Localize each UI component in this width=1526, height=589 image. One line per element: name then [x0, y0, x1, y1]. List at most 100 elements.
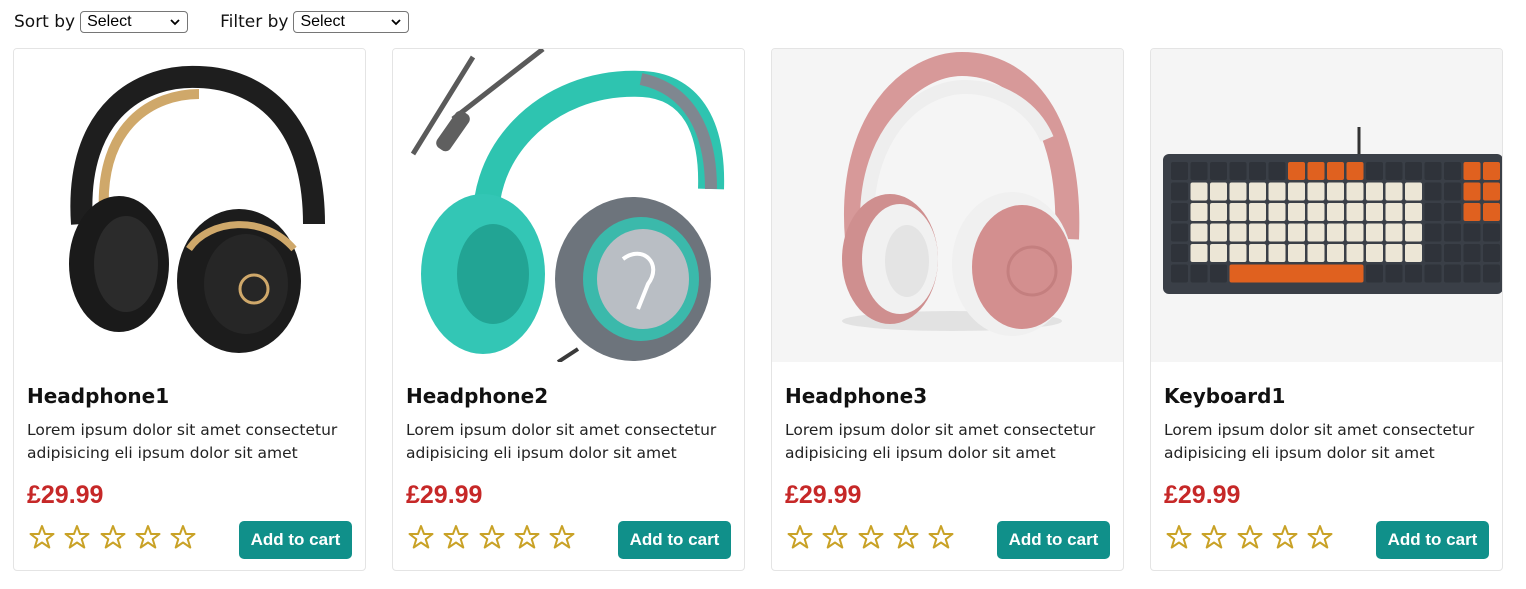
keycap — [1171, 223, 1188, 242]
product-price: £29.99 — [27, 481, 104, 509]
keycap — [1444, 162, 1461, 180]
keycap — [1385, 182, 1403, 201]
product-card: Headphone3 Lorem ipsum dolor sit amet co… — [771, 48, 1124, 571]
keycap — [1268, 182, 1286, 201]
keycap — [1424, 182, 1442, 201]
keycap — [1190, 264, 1208, 283]
star-icon[interactable] — [1201, 524, 1227, 550]
keycap — [1483, 162, 1500, 180]
keycap — [1327, 203, 1344, 221]
add-to-cart-button[interactable]: Add to cart — [239, 521, 352, 559]
headphones-image — [14, 49, 365, 362]
keycap — [1307, 162, 1325, 180]
product-title[interactable]: Headphone2 — [406, 384, 548, 408]
keycap — [1463, 223, 1481, 242]
keycap — [1405, 203, 1422, 221]
product-title[interactable]: Headphone1 — [27, 384, 169, 408]
keycap — [1405, 182, 1422, 201]
product-image[interactable] — [14, 49, 365, 362]
star-icon[interactable] — [1237, 524, 1263, 550]
keycap — [1171, 264, 1188, 283]
star-icon[interactable] — [29, 524, 55, 550]
keycap — [1424, 203, 1442, 221]
star-icon[interactable] — [443, 524, 469, 550]
star-icon[interactable] — [1272, 524, 1298, 550]
star-rating[interactable] — [787, 524, 963, 550]
keycap — [1307, 244, 1325, 262]
keycap — [1346, 162, 1364, 180]
add-to-cart-button[interactable]: Add to cart — [997, 521, 1110, 559]
keyboard-image — [1151, 49, 1502, 362]
keycap — [1483, 182, 1500, 201]
keycap — [1385, 203, 1403, 221]
product-description: Lorem ipsum dolor sit amet consectetur a… — [27, 421, 338, 462]
keycap — [1463, 182, 1481, 201]
keycap — [1171, 182, 1188, 201]
keycap — [1268, 244, 1286, 262]
filter-label: Filter by — [220, 12, 289, 32]
product-title[interactable]: Headphone3 — [785, 384, 927, 408]
star-icon[interactable] — [1166, 524, 1192, 550]
keycap — [1229, 162, 1247, 180]
star-icon[interactable] — [787, 524, 813, 550]
keycap — [1366, 182, 1383, 201]
keycap — [1190, 203, 1208, 221]
keycap — [1424, 264, 1442, 283]
keycap — [1307, 203, 1325, 221]
keycap — [1346, 244, 1364, 262]
star-icon[interactable] — [1307, 524, 1333, 550]
product-card: Headphone1 Lorem ipsum dolor sit amet co… — [13, 48, 366, 571]
star-icon[interactable] — [549, 524, 575, 550]
keycap — [1483, 223, 1500, 242]
star-icon[interactable] — [100, 524, 126, 550]
toolbar: Sort by Select Filter by Select — [14, 11, 441, 33]
keycap — [1171, 162, 1188, 180]
product-image[interactable] — [772, 49, 1123, 362]
product-title[interactable]: Keyboard1 — [1164, 384, 1285, 408]
sort-select-value: Select — [87, 13, 132, 30]
keycap — [1268, 223, 1286, 242]
keycap — [1288, 223, 1305, 242]
keycap — [1405, 264, 1422, 283]
product-card: Keyboard1 Lorem ipsum dolor sit amet con… — [1150, 48, 1503, 571]
sort-select[interactable]: Select — [80, 11, 189, 33]
keycap — [1424, 162, 1442, 180]
keycap — [1327, 223, 1344, 242]
star-icon[interactable] — [479, 524, 505, 550]
keycap — [1463, 264, 1481, 283]
star-icon[interactable] — [64, 524, 90, 550]
keycap — [1405, 223, 1422, 242]
star-icon[interactable] — [170, 524, 196, 550]
add-to-cart-button[interactable]: Add to cart — [1376, 521, 1489, 559]
star-icon[interactable] — [928, 524, 954, 550]
headphones-image — [772, 49, 1123, 362]
star-rating[interactable] — [29, 524, 205, 550]
filter-select[interactable]: Select — [293, 11, 410, 33]
keycap — [1463, 244, 1481, 262]
product-price: £29.99 — [1164, 481, 1241, 509]
star-icon[interactable] — [893, 524, 919, 550]
keycap — [1346, 203, 1364, 221]
star-icon[interactable] — [514, 524, 540, 550]
keycap — [1366, 244, 1383, 262]
product-image[interactable] — [393, 49, 744, 362]
product-image[interactable] — [1151, 49, 1502, 362]
product-grid: Headphone1 Lorem ipsum dolor sit amet co… — [13, 48, 1503, 571]
star-icon[interactable] — [822, 524, 848, 550]
star-icon[interactable] — [858, 524, 884, 550]
sort-control: Sort by Select — [14, 11, 189, 33]
star-icon[interactable] — [135, 524, 161, 550]
star-rating[interactable] — [1166, 524, 1342, 550]
star-icon[interactable] — [408, 524, 434, 550]
keycap — [1229, 203, 1247, 221]
keycap — [1190, 223, 1208, 242]
keycap — [1210, 223, 1227, 242]
star-rating[interactable] — [408, 524, 584, 550]
product-description: Lorem ipsum dolor sit amet consectetur a… — [406, 421, 717, 462]
keycap — [1190, 182, 1208, 201]
spacebar-keycap — [1229, 264, 1364, 283]
keycap — [1210, 203, 1227, 221]
keycap — [1249, 203, 1266, 221]
keycap — [1444, 264, 1461, 283]
add-to-cart-button[interactable]: Add to cart — [618, 521, 731, 559]
